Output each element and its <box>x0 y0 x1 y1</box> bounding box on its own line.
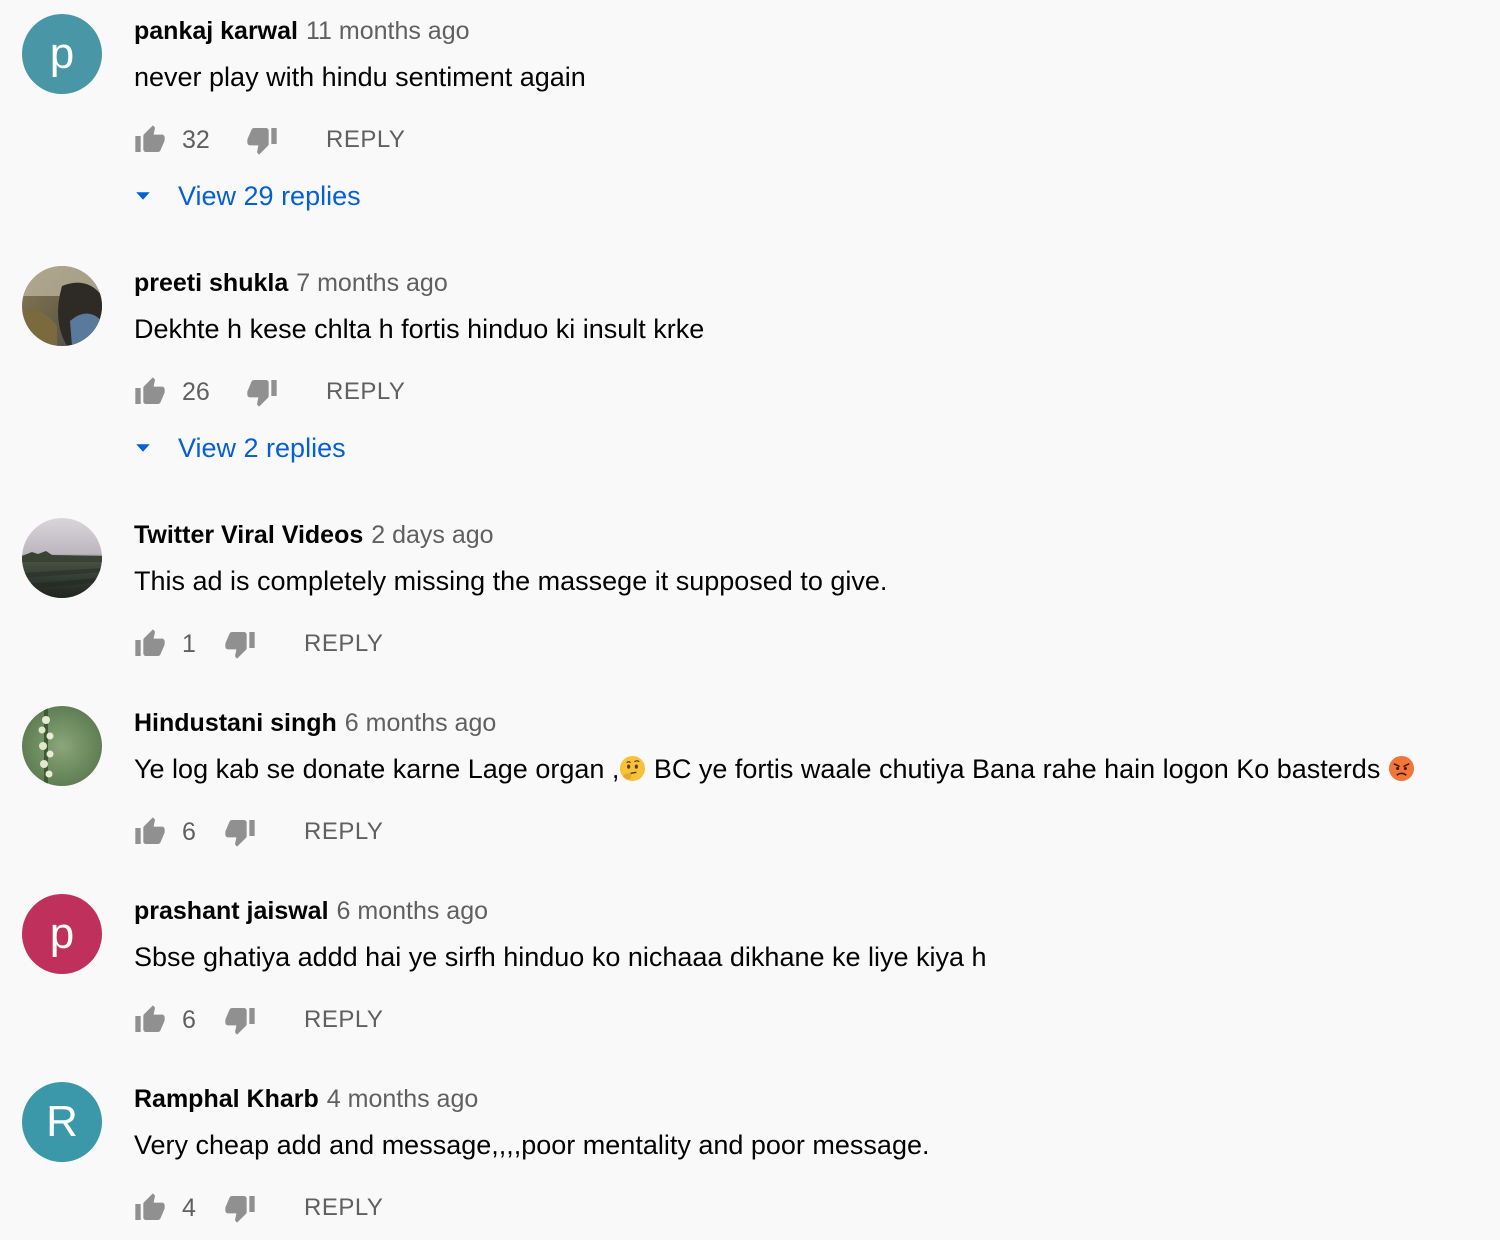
avatar[interactable]: p <box>22 894 102 974</box>
reply-button[interactable]: REPLY <box>304 1006 383 1034</box>
dislike-button[interactable] <box>246 124 278 156</box>
comment-header: pankaj karwal 11 months ago <box>134 14 470 48</box>
comment-time[interactable]: 11 months ago <box>306 17 470 45</box>
comment-header: Hindustani singh 6 months ago <box>134 706 496 740</box>
plant-photo-icon <box>22 706 102 786</box>
reply-button[interactable]: REPLY <box>326 378 405 406</box>
thumbs-down-icon <box>224 1192 256 1224</box>
author-name[interactable]: preeti shukla <box>134 269 288 297</box>
comment-header: Twitter Viral Videos 2 days ago <box>134 518 494 552</box>
avatar-letter: p <box>49 29 75 78</box>
thumbs-up-icon <box>134 1004 166 1036</box>
thumbs-down-icon <box>224 816 256 848</box>
comment-text-part: BC ye fortis waale chutiya Bana rahe hai… <box>646 754 1388 784</box>
view-replies-label: View 2 replies <box>178 432 346 463</box>
author-name[interactable]: Hindustani singh <box>134 709 337 737</box>
like-button[interactable] <box>134 1192 166 1224</box>
like-button[interactable] <box>134 124 166 156</box>
avatar-letter: R <box>46 1097 78 1146</box>
like-button[interactable] <box>134 628 166 660</box>
comment-header: prashant jaiswal 6 months ago <box>134 894 488 928</box>
comment-time[interactable]: 6 months ago <box>345 709 497 737</box>
comment-text: Very cheap add and message,,,,poor menta… <box>134 1130 930 1160</box>
caret-down-icon <box>134 439 152 457</box>
comment-time[interactable]: 6 months ago <box>337 897 489 925</box>
like-count: 6 <box>182 1005 196 1034</box>
dislike-button[interactable] <box>224 1004 256 1036</box>
comment-actions: 1 REPLY <box>134 624 383 664</box>
comment-text: Dekhte h kese chlta h fortis hinduo ki i… <box>134 314 705 344</box>
comment-time[interactable]: 2 days ago <box>371 521 493 549</box>
like-count: 26 <box>182 377 210 406</box>
comment-actions: 6 REPLY <box>134 812 383 852</box>
author-name[interactable]: Twitter Viral Videos <box>134 521 363 549</box>
like-count: 6 <box>182 817 196 846</box>
reply-button[interactable]: REPLY <box>304 1194 383 1222</box>
caret-down-icon <box>134 187 152 205</box>
angry-face-emoji-icon <box>1388 755 1414 782</box>
comment-actions: 26 REPLY <box>134 372 405 412</box>
reply-button[interactable]: REPLY <box>304 630 383 658</box>
comment-actions: 6 REPLY <box>134 1000 383 1040</box>
avatar-letter: p <box>49 909 75 958</box>
thumbs-down-icon <box>224 1004 256 1036</box>
landscape-photo-icon <box>22 518 102 598</box>
comment-header: Ramphal Kharb 4 months ago <box>134 1082 478 1116</box>
view-replies-label: View 29 replies <box>178 180 361 211</box>
like-count: 1 <box>182 629 196 658</box>
like-button[interactable] <box>134 376 166 408</box>
thinking-face-emoji-icon <box>620 755 646 782</box>
avatar[interactable]: R <box>22 1082 102 1162</box>
author-name[interactable]: Ramphal Kharb <box>134 1085 319 1113</box>
view-replies-button[interactable]: View 29 replies <box>134 176 361 216</box>
like-count: 4 <box>182 1193 196 1222</box>
avatar[interactable] <box>22 706 102 786</box>
like-count: 32 <box>182 125 210 154</box>
thumbs-up-icon <box>134 816 166 848</box>
comment-time[interactable]: 7 months ago <box>296 269 448 297</box>
reply-button[interactable]: REPLY <box>304 818 383 846</box>
dislike-button[interactable] <box>224 1192 256 1224</box>
comment-actions: 4 REPLY <box>134 1188 383 1228</box>
thumbs-up-icon <box>134 1192 166 1224</box>
comment-text-part: Ye log kab se donate karne Lage organ , <box>134 754 620 784</box>
comment-time[interactable]: 4 months ago <box>327 1085 479 1113</box>
comment-text: This ad is completely missing the masseg… <box>134 566 888 596</box>
thumbs-up-icon <box>134 124 166 156</box>
view-replies-button[interactable]: View 2 replies <box>134 428 346 468</box>
thumbs-down-icon <box>246 124 278 156</box>
like-button[interactable] <box>134 816 166 848</box>
comment-header: preeti shukla 7 months ago <box>134 266 448 300</box>
avatar[interactable] <box>22 266 102 346</box>
avatar[interactable] <box>22 518 102 598</box>
avatar[interactable]: p <box>22 14 102 94</box>
thumbs-up-icon <box>134 376 166 408</box>
dislike-button[interactable] <box>224 628 256 660</box>
like-button[interactable] <box>134 1004 166 1036</box>
comment-text: Ye log kab se donate karne Lage organ , … <box>134 752 1415 786</box>
thumbs-down-icon <box>224 628 256 660</box>
thumbs-up-icon <box>134 628 166 660</box>
author-name[interactable]: pankaj karwal <box>134 17 298 45</box>
thumbs-down-icon <box>246 376 278 408</box>
comment-text: never play with hindu sentiment again <box>134 62 586 92</box>
dislike-button[interactable] <box>224 816 256 848</box>
comment-text: Sbse ghatiya addd hai ye sirfh hinduo ko… <box>134 942 987 972</box>
comment-actions: 32 REPLY <box>134 120 405 160</box>
dislike-button[interactable] <box>246 376 278 408</box>
profile-photo-icon <box>22 266 102 346</box>
author-name[interactable]: prashant jaiswal <box>134 897 329 925</box>
reply-button[interactable]: REPLY <box>326 126 405 154</box>
